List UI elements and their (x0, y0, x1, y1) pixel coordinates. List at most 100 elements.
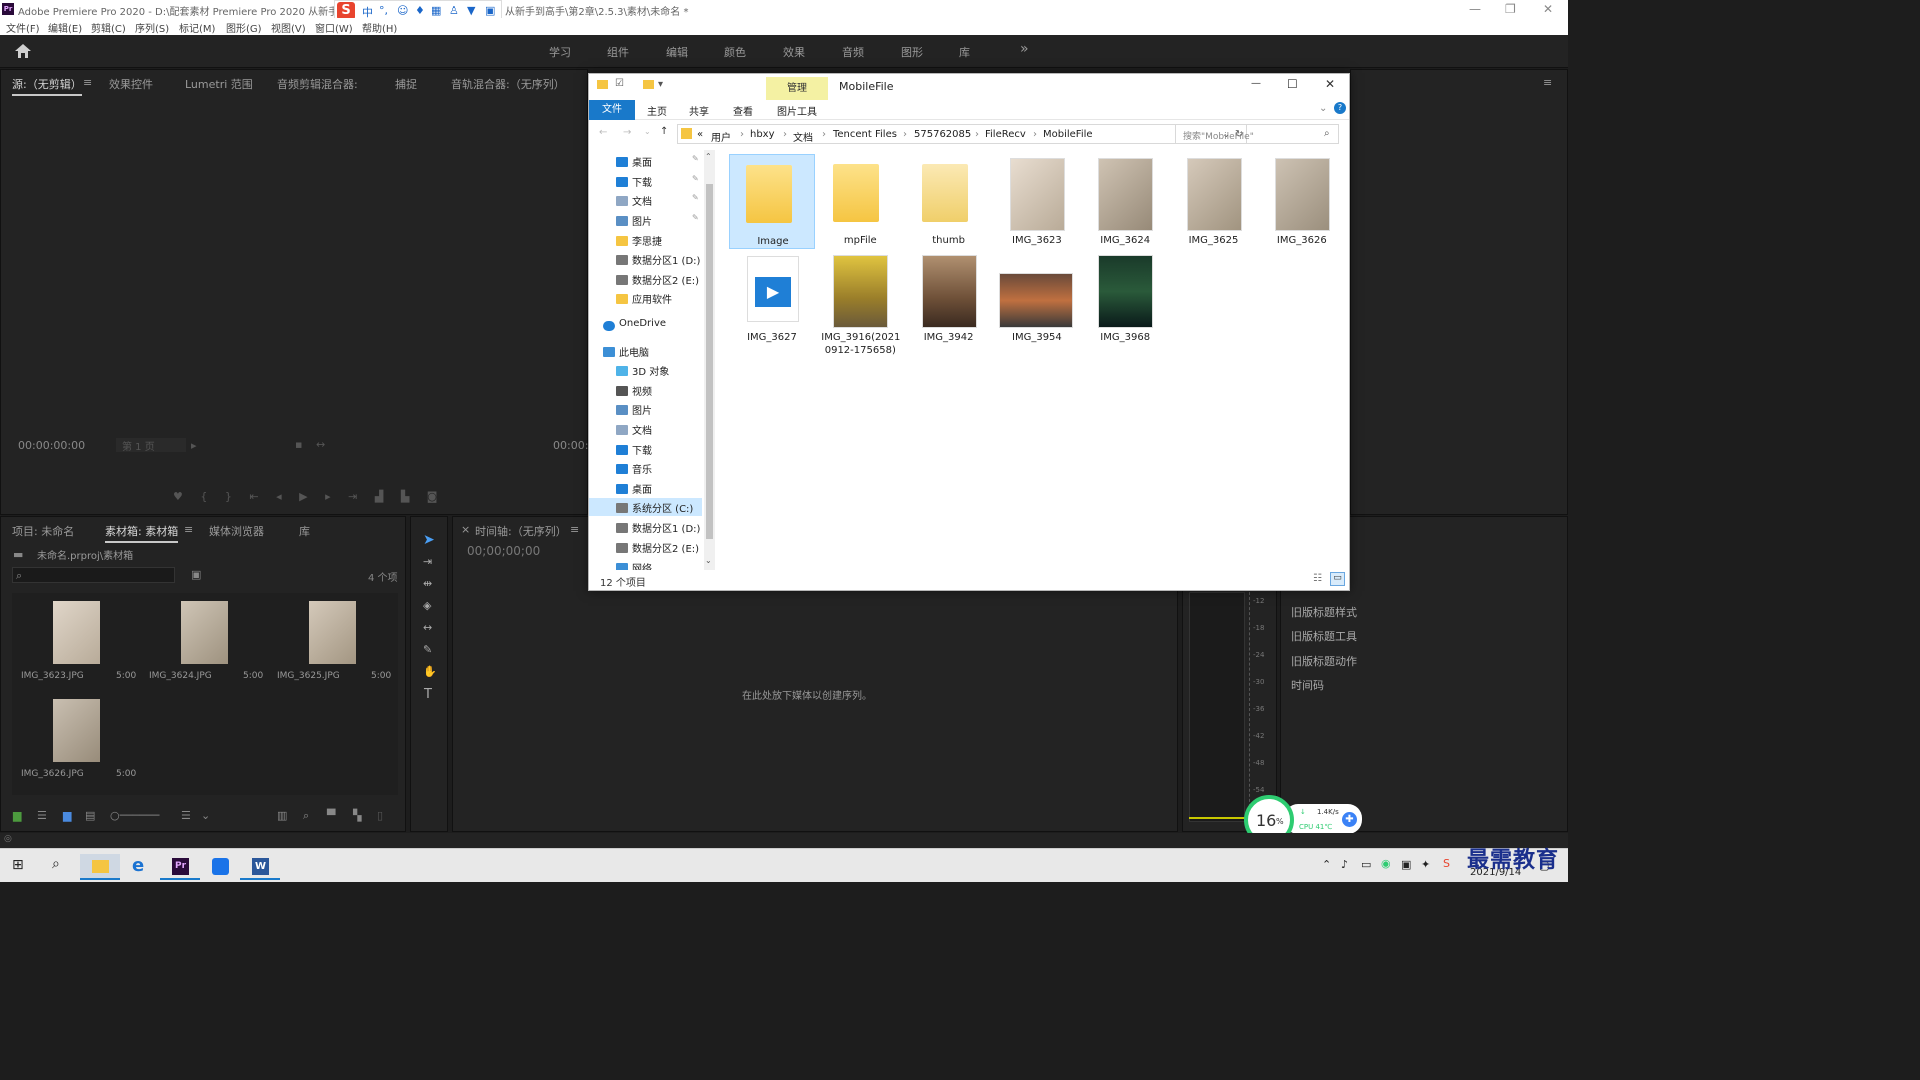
clip-thumbnail[interactable] (309, 601, 356, 664)
tab-file[interactable]: 文件 (589, 100, 635, 120)
workspace-assembly[interactable]: 组件 (607, 44, 629, 60)
nav-item[interactable]: 文档 (632, 193, 652, 208)
details-view-icon[interactable]: ☷ (1313, 573, 1322, 584)
play-small-icon[interactable]: ▸ (191, 439, 197, 452)
new-item-icon[interactable]: ▚ (353, 809, 361, 822)
close-icon[interactable]: ✕ (1325, 77, 1335, 91)
tray-expand-icon[interactable]: ⌃ (1322, 858, 1331, 871)
tab-menu-icon[interactable]: ≡ (184, 523, 193, 536)
taskbar-word[interactable]: W (240, 854, 280, 880)
nav-item[interactable]: 文档 (632, 422, 652, 437)
list-view-icon[interactable]: ☰ (37, 809, 47, 822)
pen-tool-icon[interactable]: ✎ (423, 643, 432, 656)
tab-bin[interactable]: 素材箱: 素材箱 (105, 523, 179, 543)
nav-scrollbar[interactable]: ⌃ ⌄ (704, 150, 715, 570)
nav-item[interactable]: 网络 (632, 560, 652, 570)
workspace-libraries[interactable]: 库 (959, 44, 970, 60)
help-icon[interactable]: ? (1334, 102, 1346, 114)
tab-effect-controls[interactable]: 效果控件 (109, 76, 153, 92)
back-icon[interactable]: ← (599, 127, 607, 138)
file-item[interactable]: thumb (906, 154, 992, 249)
page-select[interactable]: 第 1 页 (116, 438, 186, 453)
volume-icon[interactable]: ♪ (1341, 858, 1348, 871)
clip-tile[interactable]: IMG_3625.JPG 5:00 (270, 593, 398, 690)
quick-access-dropdown-icon[interactable]: ▾ (658, 79, 663, 90)
toolbox-icon[interactable]: ▣ (485, 4, 495, 17)
taskbar-premiere[interactable]: Pr (160, 854, 200, 880)
nav-item[interactable]: OneDrive (619, 318, 666, 329)
nav-item[interactable]: 3D 对象 (632, 363, 669, 378)
tab-capture[interactable]: 捕捉 (395, 76, 417, 92)
nav-item[interactable]: 图片 (632, 402, 652, 417)
search-icon[interactable]: ⌕ (52, 856, 60, 872)
slip-tool-icon[interactable]: ↔ (423, 621, 432, 634)
pin-icon[interactable]: ✎ (692, 193, 699, 202)
nav-item[interactable]: 视频 (632, 383, 652, 398)
file-item[interactable]: Image (729, 154, 815, 249)
file-item[interactable]: IMG_3968 (1082, 251, 1168, 346)
selection-tool-icon[interactable]: ➤ (423, 532, 435, 548)
menu-sequence[interactable]: 序列(S) (135, 20, 169, 35)
menu-help[interactable]: 帮助(H) (362, 20, 397, 35)
step-forward-icon[interactable]: ▸ (325, 490, 331, 503)
sogou-tray-icon[interactable]: S (1443, 857, 1450, 870)
find-icon[interactable]: ⌕ (303, 809, 309, 823)
workspace-color[interactable]: 颜色 (724, 44, 746, 60)
overwrite-icon[interactable]: ▙ (401, 490, 409, 503)
scroll-up-icon[interactable]: ⌃ (705, 152, 712, 161)
file-item[interactable]: IMG_3623 (994, 154, 1080, 249)
panel-menu-icon[interactable]: ≡ (1543, 76, 1552, 89)
panel-item-legacy-title-styles[interactable]: 旧版标题样式 (1291, 604, 1357, 620)
tab-source[interactable]: 源:（无剪辑） (12, 76, 82, 96)
minimize-icon[interactable]: — (1469, 2, 1481, 16)
panel-item-legacy-title-actions[interactable]: 旧版标题动作 (1291, 653, 1357, 669)
bin-search-input[interactable]: ⌕ (12, 567, 175, 583)
file-item[interactable]: mpFile (817, 154, 903, 249)
booster-icon[interactable]: ✚ (1342, 812, 1357, 827)
workspace-editing[interactable]: 编辑 (666, 44, 688, 60)
tab-manage[interactable]: 管理 (766, 77, 828, 100)
emoji-icon[interactable]: ☺ (397, 4, 408, 17)
tab-share[interactable]: 共享 (689, 103, 709, 118)
mark-in-icon[interactable]: { (200, 490, 207, 503)
menu-clip[interactable]: 剪辑(C) (91, 20, 126, 35)
breadcrumb-mobilefile[interactable]: MobileFile (1043, 129, 1093, 140)
new-folder-icon[interactable] (643, 80, 654, 89)
minimize-icon[interactable]: — (1251, 78, 1261, 89)
source-timecode[interactable]: 00:00:00:00 (18, 439, 85, 452)
file-item[interactable]: IMG_3625 (1171, 154, 1257, 249)
menu-view[interactable]: 视图(V) (271, 20, 306, 35)
file-item[interactable]: IMG_3942 (906, 251, 992, 346)
file-item[interactable]: IMG_3954 (994, 251, 1080, 346)
scroll-thumb[interactable] (706, 184, 713, 539)
clip-thumbnail[interactable] (181, 601, 228, 664)
taskbar-edge[interactable]: e (120, 854, 160, 880)
icon-view-icon[interactable]: ▆ (63, 809, 71, 822)
new-search-bin-icon[interactable]: ▣ (191, 568, 201, 581)
clip-thumbnail[interactable] (53, 699, 100, 762)
nav-item[interactable]: 音乐 (632, 461, 652, 476)
workspace-audio[interactable]: 音频 (842, 44, 864, 60)
explorer-search-input[interactable]: 搜索"MobileFile" ⌕ (1175, 124, 1339, 144)
workspace-graphics[interactable]: 图形 (901, 44, 923, 60)
taskbar-explorer[interactable] (80, 854, 120, 880)
ribbon-expand-icon[interactable]: ⌄ (1319, 103, 1327, 114)
close-icon[interactable]: ✕ (1543, 2, 1553, 16)
clip-tile[interactable]: IMG_3623.JPG 5:00 (12, 593, 140, 690)
clip-tile[interactable]: IMG_3624.JPG 5:00 (141, 593, 269, 690)
menu-file[interactable]: 文件(F) (6, 20, 40, 35)
new-bin-icon[interactable]: ▀ (327, 809, 335, 822)
user-icon[interactable]: ♙ (449, 4, 459, 17)
address-bar[interactable]: « 用户 › hbxy › 文档 › Tencent Files › 57576… (677, 124, 1247, 144)
recent-dropdown-icon[interactable]: ⌄ (644, 127, 651, 136)
taskbar-app[interactable] (200, 854, 240, 880)
forward-icon[interactable]: → (623, 127, 631, 138)
go-to-in-icon[interactable]: ⇤ (249, 490, 258, 503)
automate-icon[interactable]: ▥ (277, 809, 287, 822)
tab-home[interactable]: 主页 (647, 103, 667, 118)
lock-icon[interactable]: ▆ (13, 809, 21, 822)
menu-window[interactable]: 窗口(W) (315, 20, 353, 35)
menu-edit[interactable]: 编辑(E) (48, 20, 82, 35)
file-item[interactable]: IMG_3624 (1082, 154, 1168, 249)
tab-close-icon[interactable]: × (461, 523, 470, 536)
